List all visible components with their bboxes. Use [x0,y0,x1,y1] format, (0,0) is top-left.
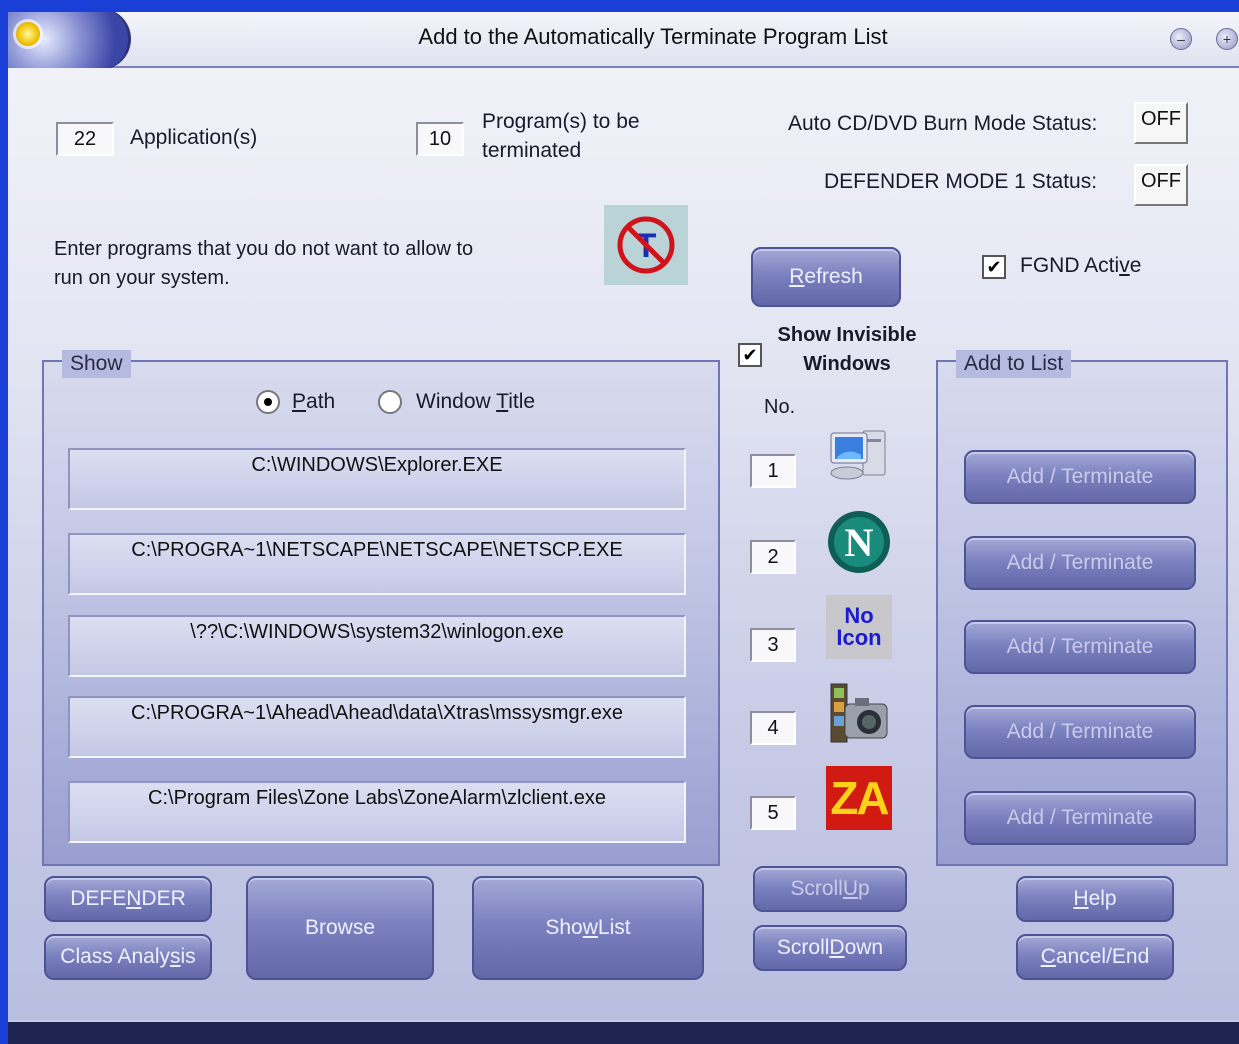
defender-button[interactable]: DEFE N DER [44,876,212,922]
entry-number-2: 2 [750,540,796,574]
instructions-line2: run on your system. [54,267,230,289]
path-entry-2[interactable]: C:\PROGRA~1\NETSCAPE\NETSCAPE\NETSCP.EXE [68,533,686,595]
path-entry-5[interactable]: C:\Program Files\Zone Labs\ZoneAlarm\zlc… [68,781,686,843]
defender-mode-label: DEFENDER MODE 1 Status: [824,170,1098,193]
number-header: No. [764,396,796,418]
path-text: C:\PROGRA~1\Ahead\Ahead\data\Xtras\mssys… [131,702,623,724]
title-bar[interactable]: Add to the Automatically Terminate Progr… [8,12,1239,70]
status-bar [8,1022,1239,1044]
help-button[interactable]: Help [1016,876,1174,922]
path-entry-3[interactable]: \??\C:\WINDOWS\system32\winlogon.exe [68,615,686,677]
add-terminate-button-2[interactable]: Add / Terminate [964,536,1196,590]
camera-icon [826,681,892,745]
no-icon-placeholder: No Icon [826,595,892,659]
minimize-button[interactable]: – [1170,28,1192,50]
burn-mode-label: Auto CD/DVD Burn Mode Status: [788,112,1098,135]
entry-number-5: 5 [750,796,796,830]
path-text: C:\WINDOWS\Explorer.EXE [251,454,503,476]
window-title-radio[interactable] [378,390,402,414]
path-text: \??\C:\WINDOWS\system32\winlogon.exe [190,621,564,643]
applications-label: Application(s) [130,126,258,149]
scroll-up-button[interactable]: Scroll Up [753,866,907,912]
fgnd-active-label: FGND Active [1020,254,1142,277]
browse-button[interactable]: Browse [246,876,434,980]
fgnd-active-checkbox[interactable]: ✔ [982,255,1006,279]
terminated-count: 10 [416,122,464,156]
netscape-icon: N [826,510,892,574]
client-area: 22 Application(s) 10 Program(s) to be te… [8,68,1239,1020]
window-title-radio-label[interactable]: Window Title [416,390,535,414]
path-entry-4[interactable]: C:\PROGRA~1\Ahead\Ahead\data\Xtras\mssys… [68,696,686,758]
terminated-label-line2: terminated [482,139,582,162]
terminate-logo-icon: T [604,205,688,285]
show-group-title: Show [62,350,131,378]
applications-count: 22 [56,122,114,156]
entry-number-4: 4 [750,711,796,745]
show-invisible-label-line2: Windows [803,353,891,375]
path-radio-label[interactable]: Path [292,390,335,414]
add-terminate-button-3[interactable]: Add / Terminate [964,620,1196,674]
add-terminate-button-1[interactable]: Add / Terminate [964,450,1196,504]
add-terminate-button-4[interactable]: Add / Terminate [964,705,1196,759]
svg-text:N: N [845,520,874,565]
zonealarm-icon: ZA [826,766,892,830]
entry-number-1: 1 [750,454,796,488]
maximize-button[interactable]: + [1216,28,1238,50]
window-title: Add to the Automatically Terminate Progr… [418,24,888,49]
show-group: Show Path Window Title C:\WINDOWS\Explor… [42,350,720,866]
refresh-button[interactable]: Refresh [751,247,901,307]
show-list-button[interactable]: Sho w List [472,876,704,980]
path-radio[interactable] [256,390,280,414]
path-entry-1[interactable]: C:\WINDOWS\Explorer.EXE [68,448,686,510]
class-analysis-button[interactable]: Class Analy s is [44,934,212,980]
path-text: C:\Program Files\Zone Labs\ZoneAlarm\zlc… [148,787,606,809]
computer-icon [826,424,892,488]
path-text: C:\PROGRA~1\NETSCAPE\NETSCAPE\NETSCP.EXE [131,539,623,561]
add-terminate-button-5[interactable]: Add / Terminate [964,791,1196,845]
show-invisible-label-line1: Show Invisible [777,324,917,346]
burn-mode-status[interactable]: OFF [1134,102,1188,144]
instructions-line1: Enter programs that you do not want to a… [54,238,474,260]
scroll-down-button[interactable]: Scroll Down [753,925,907,971]
cancel-end-button[interactable]: Cancel/End [1016,934,1174,980]
terminated-label-line1: Program(s) to be [482,110,640,133]
main-window: Add to the Automatically Terminate Progr… [8,12,1239,1044]
show-invisible-checkbox[interactable]: ✔ [738,343,762,367]
add-to-list-title: Add to List [956,350,1072,378]
defender-mode-status[interactable]: OFF [1134,164,1188,206]
entry-number-3: 3 [750,628,796,662]
